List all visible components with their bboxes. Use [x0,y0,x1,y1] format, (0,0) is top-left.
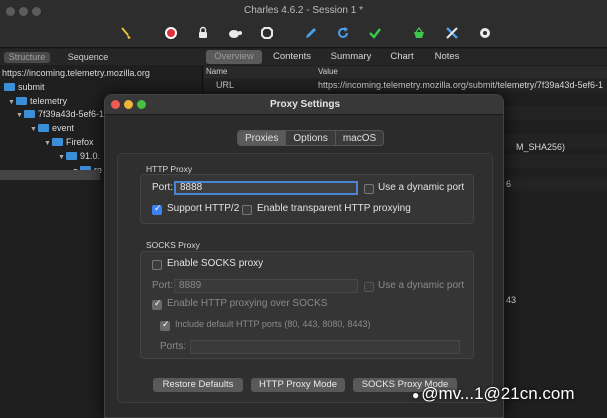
checkmark-icon: ✓ [154,298,162,308]
default-ports-label: Include default HTTP ports (80, 443, 808… [175,319,371,329]
tree-item-selected[interactable] [0,170,100,180]
proxies-pane: HTTP Proxy Port: 8888 Use a dynamic port… [117,153,493,403]
chevron-down-icon[interactable]: ▼ [44,137,52,151]
chevron-down-icon[interactable]: ▼ [8,96,16,110]
http-proxy-group-label: HTTP Proxy [146,164,193,174]
tab-proxies[interactable]: Proxies [238,131,287,145]
table-row[interactable]: URL https://incoming.telemetry.mozilla.or… [204,78,607,92]
tab-options[interactable]: Options [286,131,336,145]
socks-port-label: Port: [152,280,174,291]
tab-contents[interactable]: Contents [268,50,316,64]
tab-notes[interactable]: Notes [428,50,466,64]
window-title: Charles 4.6.2 - Session 1 * [244,5,363,16]
gear-icon[interactable] [476,24,494,42]
tree-item[interactable]: ▼ 7f39a43d-5ef6-1 [16,107,104,121]
tab-structure[interactable]: Structure [4,52,50,63]
folder-icon [24,109,35,118]
socks-proxy-group-label: SOCKS Proxy [146,240,200,250]
tab-chart[interactable]: Chart [385,50,419,64]
restore-defaults-button[interactable]: Restore Defaults [153,378,243,392]
folder-icon [38,123,49,132]
ports-input[interactable] [190,340,460,354]
dialog-title: Proxy Settings [269,99,341,110]
folder-icon [4,82,15,91]
chevron-down-icon[interactable]: ▼ [16,109,24,123]
tools-icon[interactable] [443,24,461,42]
chevron-down-icon[interactable]: ▼ [58,151,66,165]
basket-icon[interactable] [410,24,428,42]
turtle-icon[interactable] [226,24,244,42]
http-port-label: Port: [152,182,174,193]
broom-icon[interactable] [117,24,135,42]
tab-macos[interactable]: macOS [336,131,383,145]
default-ports-checkbox[interactable]: ✓ [160,319,170,331]
title-bar: Charles 4.6.2 - Session 1 * [0,0,607,48]
tab-summary[interactable]: Summary [326,50,376,64]
tree-item[interactable]: ▼ 91.0. [58,149,100,163]
settings-tab-control: Proxies Options macOS [237,130,385,146]
charles-window: Charles 4.6.2 - Session 1 * Structure Se… [0,0,607,418]
http-over-socks-checkbox[interactable]: ✓ [152,298,162,310]
table-header: Name Value [204,66,607,78]
tree-item[interactable]: submit [4,80,45,94]
ports-label: Ports: [160,341,187,352]
folder-icon [66,151,77,160]
refresh-icon[interactable] [334,24,352,42]
http-dynamic-port-checkbox[interactable] [364,184,374,194]
http-over-socks-label: Enable HTTP proxying over SOCKS [167,298,328,309]
column-header-value: Value [318,67,338,76]
checkmark-icon: ✓ [154,203,162,213]
tree-item[interactable]: ▼ Firefox [44,135,94,149]
record-icon[interactable] [162,24,180,42]
tab-sequence[interactable]: Sequence [62,52,114,63]
socks-dynamic-port-checkbox[interactable] [364,282,374,292]
tab-overview[interactable]: Overview [206,50,262,64]
dialog-title-bar: Proxy Settings [105,95,503,115]
enable-socks-label: Enable SOCKS proxy [167,258,264,269]
proxy-settings-dialog: Proxy Settings Proxies Options macOS HTT… [104,94,504,418]
support-http2-label: Support HTTP/2 [167,203,240,214]
watermark: ● @mv...1@21cn.com [412,384,575,403]
http-port-input[interactable]: 8888 [174,181,358,195]
column-header-name: Name [206,67,228,76]
folder-icon [16,96,27,105]
socks-port-input[interactable]: 8889 [174,279,358,293]
check-icon[interactable] [366,24,384,42]
tree-item[interactable]: ▼ event [30,121,74,135]
throttle-icon[interactable] [194,24,212,42]
transparent-proxy-label: Enable transparent HTTP proxying [257,203,411,214]
stop-icon[interactable] [258,24,276,42]
tree-item[interactable]: ▼ telemetry [8,94,67,108]
transparent-proxy-checkbox[interactable] [242,205,252,215]
enable-socks-checkbox[interactable] [152,260,162,270]
http-dynamic-port-label: Use a dynamic port [378,182,465,193]
socks-dynamic-port-label: Use a dynamic port [378,280,465,291]
chevron-down-icon[interactable]: ▼ [30,123,38,137]
weibo-icon: ● [412,388,420,402]
folder-icon [52,137,63,146]
checkmark-icon: ✓ [162,319,170,329]
http-proxy-mode-button[interactable]: HTTP Proxy Mode [251,378,345,392]
pen-icon[interactable] [302,24,320,42]
support-http2-checkbox[interactable]: ✓ [152,203,162,215]
tree-item[interactable]: https://incoming.telemetry.mozilla.org [2,66,150,80]
